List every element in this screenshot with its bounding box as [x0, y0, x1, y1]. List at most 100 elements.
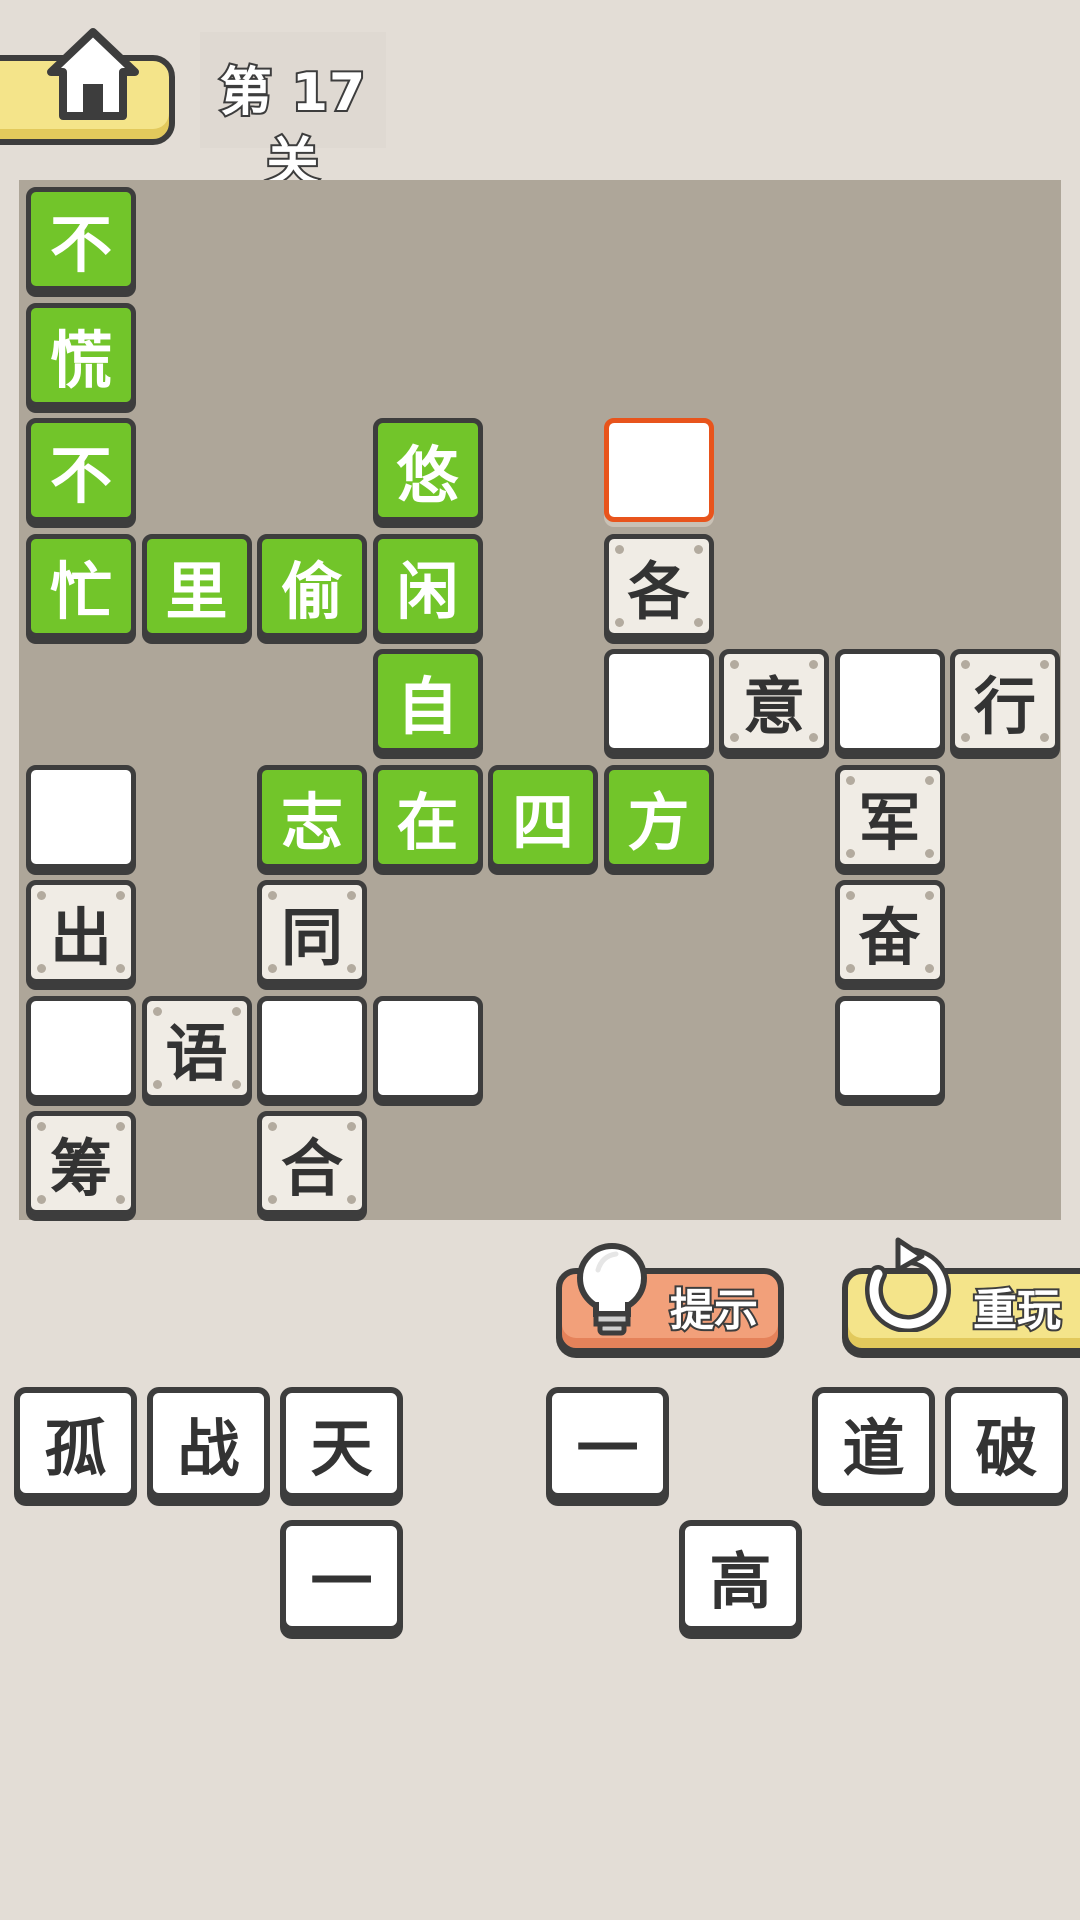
rivet — [37, 1122, 46, 1131]
candidate-tile[interactable]: 孤 — [14, 1387, 137, 1499]
rivet — [693, 617, 703, 627]
board-solved-cell: 偷 — [257, 533, 367, 638]
rivet — [37, 891, 46, 900]
board-empty-cell[interactable] — [834, 649, 945, 753]
cell-char: 方 — [627, 785, 690, 859]
rivet — [37, 1195, 46, 1204]
cell-char: 筹 — [49, 1132, 112, 1205]
rivet — [268, 891, 277, 900]
board-empty-cell[interactable] — [603, 649, 714, 753]
crossword-board: 不慌不悠忙里偷闲各自意行志在四方军出同奋语筹合 — [19, 180, 1061, 1220]
rivet — [809, 660, 818, 669]
rivet — [347, 1195, 356, 1204]
cell-char: 闲 — [396, 554, 459, 628]
home-icon — [47, 28, 139, 120]
cell-char: 不 — [49, 439, 112, 512]
rivet — [924, 891, 934, 900]
cell-char: 各 — [627, 554, 690, 628]
rivet — [614, 617, 624, 627]
candidate-tile[interactable]: 一 — [546, 1387, 669, 1499]
level-title: 第 17 关 — [218, 61, 367, 195]
board-solved-cell: 志 — [257, 764, 367, 869]
cell-char: 在 — [396, 785, 459, 859]
cell-char: 悠 — [396, 439, 459, 512]
rivet — [614, 544, 624, 554]
candidate-tile[interactable]: 战 — [147, 1387, 270, 1499]
candidate-tile[interactable]: 高 — [679, 1520, 802, 1632]
board-empty-cell[interactable] — [26, 764, 136, 869]
rivet — [961, 660, 970, 669]
cell-char: 奋 — [858, 901, 921, 974]
rivet — [845, 964, 855, 973]
board-given-cell: 出 — [26, 880, 136, 984]
board-given-cell: 筹 — [26, 1111, 136, 1215]
board-solved-cell: 不 — [26, 418, 136, 522]
cell-char: 志 — [280, 785, 343, 859]
rivet — [845, 775, 855, 785]
rivet — [231, 1006, 241, 1016]
rivet — [231, 1079, 241, 1089]
rivet — [693, 544, 703, 554]
rivet — [152, 1006, 162, 1016]
rivet — [116, 1195, 125, 1204]
rivet — [924, 848, 934, 858]
cell-char: 出 — [49, 901, 112, 974]
rivet — [1040, 660, 1049, 669]
board-given-cell: 行 — [950, 649, 1060, 753]
rivet — [116, 964, 125, 973]
rivet — [809, 733, 818, 742]
cell-char: 同 — [280, 901, 343, 974]
candidate-tile[interactable]: 破 — [945, 1387, 1068, 1499]
replay-button-label: 重玩 — [971, 1284, 1063, 1338]
board-solved-cell: 悠 — [372, 418, 483, 522]
rivet — [961, 733, 970, 742]
cell-char: 意 — [742, 670, 805, 743]
rivet — [347, 964, 356, 973]
board-solved-cell: 闲 — [372, 533, 483, 638]
board-given-cell: 合 — [257, 1111, 367, 1215]
board-solved-cell: 四 — [488, 764, 598, 869]
board-given-cell: 各 — [603, 533, 714, 638]
board-given-cell: 意 — [719, 649, 829, 753]
cell-char: 偷 — [280, 554, 343, 628]
rivet — [116, 891, 125, 900]
candidate-tile[interactable]: 一 — [280, 1520, 403, 1632]
board-solved-cell: 慌 — [26, 302, 136, 407]
candidate-tile[interactable]: 天 — [280, 1387, 403, 1499]
board-solved-cell: 在 — [372, 764, 483, 869]
cell-char: 四 — [511, 785, 574, 859]
board-empty-cell[interactable] — [257, 995, 367, 1100]
board-given-cell: 军 — [834, 764, 945, 869]
rivet — [268, 1122, 277, 1131]
cell-char: 慌 — [49, 323, 112, 397]
cell-char: 自 — [396, 670, 459, 743]
cell-char: 忙 — [49, 554, 112, 628]
candidate-tile[interactable]: 道 — [812, 1387, 935, 1499]
board-empty-cell[interactable] — [603, 418, 714, 522]
board-empty-cell[interactable] — [372, 995, 483, 1100]
rivet — [268, 964, 277, 973]
board-empty-cell[interactable] — [834, 995, 945, 1100]
hint-button-label: 提示 — [668, 1284, 760, 1338]
board-solved-cell: 方 — [603, 764, 714, 869]
board-empty-cell[interactable] — [26, 995, 136, 1100]
rivet — [116, 1122, 125, 1131]
rivet — [730, 660, 739, 669]
rivet — [924, 775, 934, 785]
replay-icon — [865, 1237, 951, 1332]
rivet — [924, 964, 934, 973]
board-solved-cell: 里 — [141, 533, 252, 638]
rivet — [268, 1195, 277, 1204]
rivet — [347, 891, 356, 900]
board-solved-cell: 不 — [26, 187, 136, 291]
rivet — [347, 1122, 356, 1131]
board-solved-cell: 忙 — [26, 533, 136, 638]
cell-char: 不 — [49, 208, 112, 281]
cell-char: 合 — [280, 1132, 343, 1205]
board-solved-cell: 自 — [372, 649, 483, 753]
rivet — [845, 848, 855, 858]
rivet — [152, 1079, 162, 1089]
rivet — [845, 891, 855, 900]
rivet — [37, 964, 46, 973]
board-given-cell: 奋 — [834, 880, 945, 984]
